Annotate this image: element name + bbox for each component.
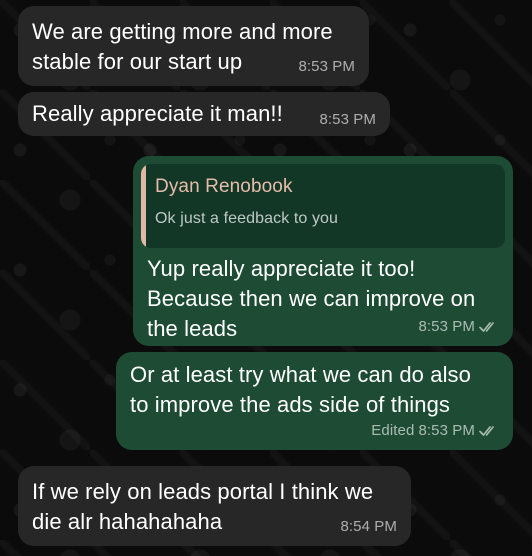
edited-label: Edited [371,422,415,439]
message-time: 8:53 PM [319,111,376,128]
reply-quote-text: Ok just a feedback to you [155,210,339,227]
reply-accent-bar [141,164,146,248]
message-meta: 8:53 PM [319,111,376,129]
message-bubble-outgoing[interactable]: Dyan Renobook Ok just a feedback to you … [133,156,513,346]
message-time: 8:53 PM [418,422,475,439]
message-meta: 8:54 PM [340,518,397,536]
message-bubble-incoming[interactable]: Really appreciate it man!! 8:53 PM [18,92,390,136]
double-check-icon [479,322,494,332]
double-check-icon [479,426,494,436]
message-bubble-outgoing[interactable]: Or at least try what we can do also to i… [116,352,513,450]
message-bubble-incoming[interactable]: If we rely on leads portal I think we di… [18,466,411,546]
message-time: 8:53 PM [418,318,475,335]
message-time: 8:53 PM [298,58,355,75]
message-meta: 8:53 PM [298,58,355,76]
quoted-reply[interactable]: Dyan Renobook Ok just a feedback to you [141,164,505,248]
message-time: 8:54 PM [340,518,397,535]
message-meta: 8:53 PM [418,318,499,336]
message-text: Or at least try what we can do also to i… [130,362,471,417]
message-bubble-incoming[interactable]: We are getting more and more stable for … [18,6,369,86]
reply-author: Dyan Renobook [155,176,293,197]
message-meta: Edited 8:53 PM [371,422,499,440]
